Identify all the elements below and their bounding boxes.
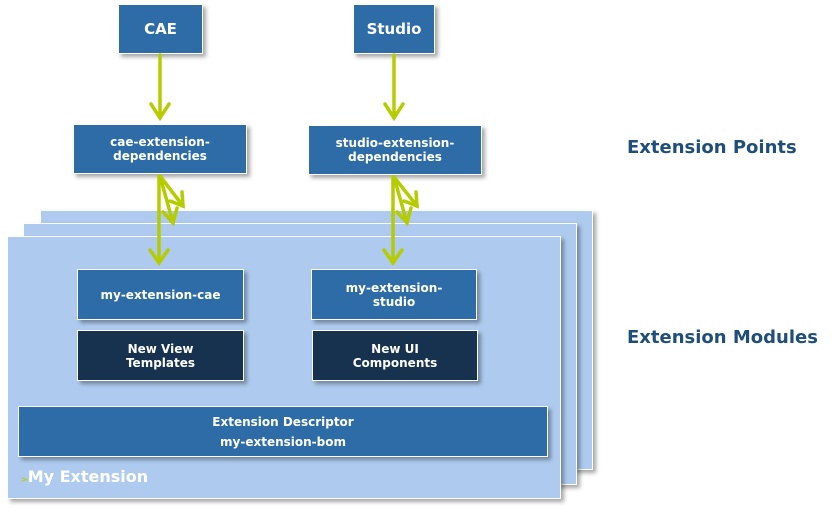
arrow-studio bbox=[383, 53, 405, 122]
arrow-cae bbox=[149, 53, 171, 122]
arrows bbox=[148, 53, 419, 267]
arrow-studio-dependencies bbox=[382, 175, 419, 267]
arrow-cae-dependencies bbox=[148, 174, 185, 267]
